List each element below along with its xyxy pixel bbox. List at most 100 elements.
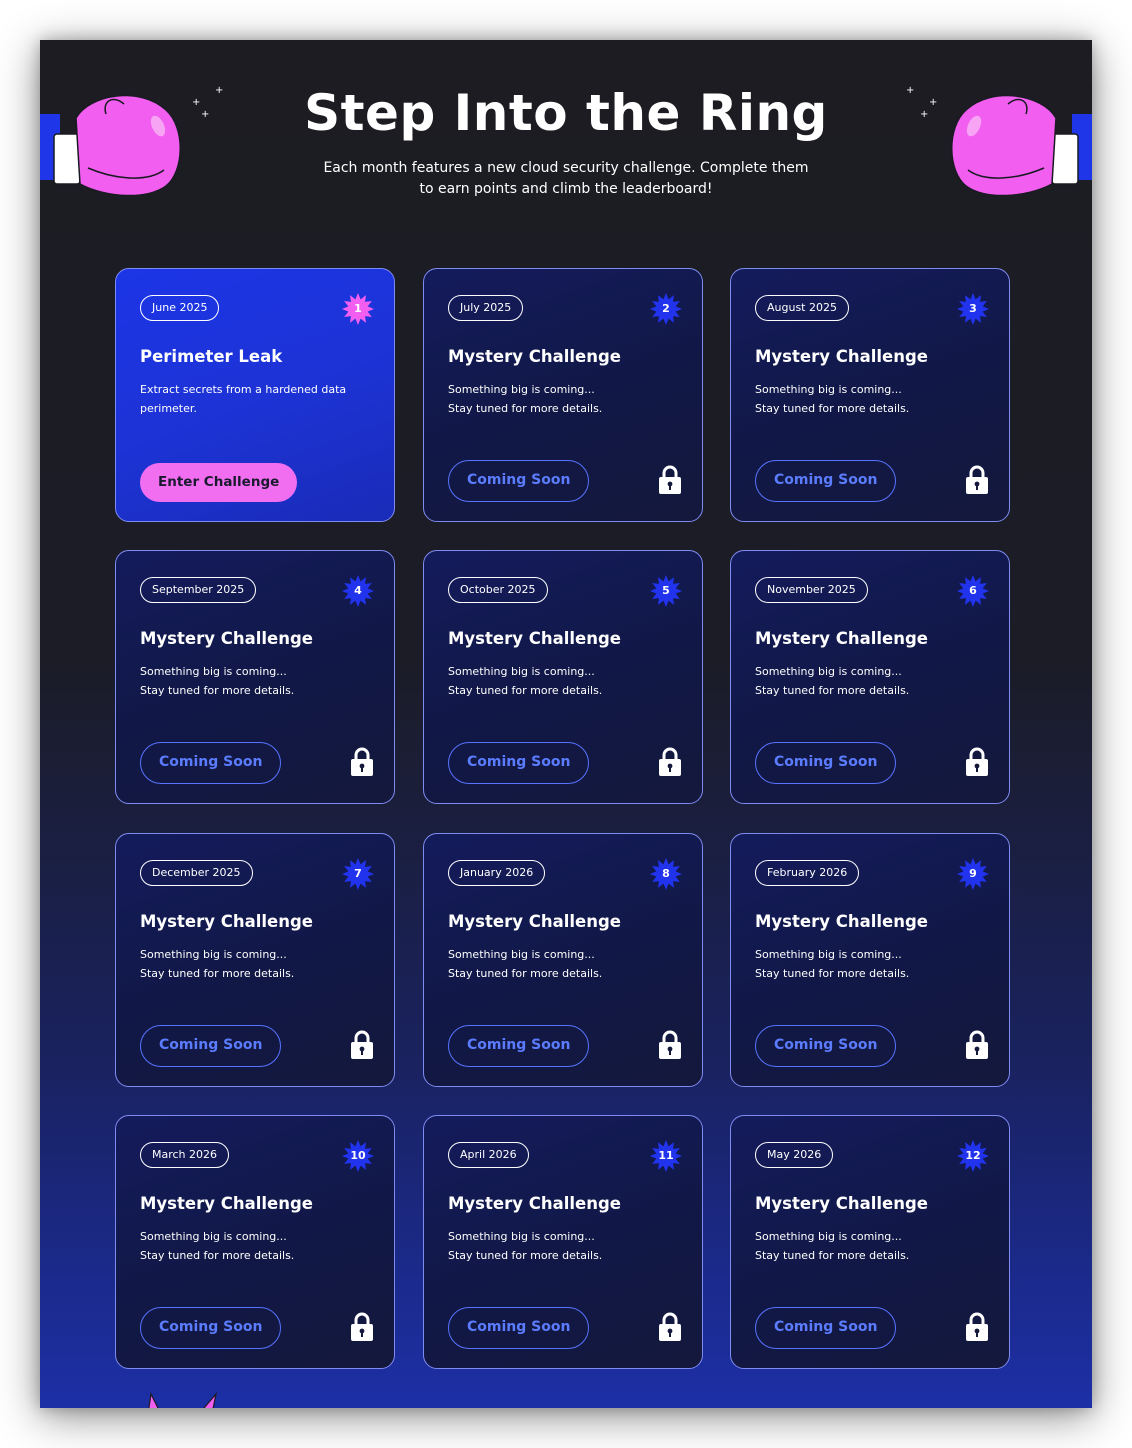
description-line: Stay tuned for more details. (755, 401, 910, 415)
challenge-description: Something big is coming... Stay tuned for… (448, 946, 668, 983)
star-badge-icon: 6 (956, 574, 990, 608)
coming-soon-button[interactable]: Coming Soon (140, 1025, 282, 1067)
lock-icon (658, 465, 682, 499)
lock-icon (350, 1030, 374, 1064)
description-line: perimeter. (140, 401, 197, 415)
challenge-description: Something big is coming... Stay tuned for… (755, 663, 975, 700)
lock-icon (965, 1030, 989, 1064)
challenge-number: 9 (969, 867, 977, 880)
challenge-number: 10 (350, 1149, 366, 1162)
challenge-card: September 2025 4 Mystery Challenge Somethin… (115, 550, 395, 804)
challenge-title: Perimeter Leak (140, 347, 283, 366)
month-pill: February 2026 (755, 860, 860, 886)
description-line: Stay tuned for more details. (448, 966, 603, 980)
description-line: Stay tuned for more details. (448, 1248, 603, 1262)
challenge-description: Something big is coming... Stay tuned for… (448, 381, 668, 418)
description-line: Something big is coming... (755, 1230, 902, 1243)
coming-soon-button[interactable]: Coming Soon (755, 742, 897, 784)
challenge-number: 5 (662, 584, 670, 597)
lock-icon (965, 1312, 989, 1346)
description-line: Something big is coming... (140, 665, 287, 678)
month-pill: November 2025 (755, 577, 868, 603)
coming-soon-button[interactable]: Coming Soon (140, 1307, 282, 1349)
description-line: Stay tuned for more details. (755, 966, 910, 980)
coming-soon-button[interactable]: Coming Soon (755, 460, 897, 502)
challenge-title: Mystery Challenge (140, 629, 313, 648)
challenge-description: Something big is coming... Stay tuned for… (755, 381, 975, 418)
lock-icon (965, 747, 989, 781)
star-badge-icon: 5 (649, 574, 683, 608)
description-line: Something big is coming... (448, 1230, 595, 1243)
coming-soon-button[interactable]: Coming Soon (140, 742, 282, 784)
star-badge-icon: 10 (341, 1139, 375, 1173)
description-line: Stay tuned for more details. (140, 966, 295, 980)
challenge-number: 11 (658, 1149, 674, 1162)
challenge-card: May 2026 12 Mystery Challenge Something big… (730, 1115, 1010, 1369)
lock-icon (350, 1312, 374, 1346)
description-line: Something big is coming... (140, 948, 287, 961)
star-badge-icon: 12 (956, 1139, 990, 1173)
decorative-horns-icon (142, 1390, 222, 1408)
lock-icon (350, 747, 374, 781)
challenge-title: Mystery Challenge (140, 1194, 313, 1213)
month-pill: July 2025 (448, 295, 524, 321)
challenge-title: Mystery Challenge (755, 1194, 928, 1213)
description-line: Something big is coming... (140, 1230, 287, 1243)
coming-soon-button[interactable]: Coming Soon (448, 742, 590, 784)
challenge-title: Mystery Challenge (755, 912, 928, 931)
challenge-number: 7 (354, 867, 362, 880)
description-line: Stay tuned for more details. (448, 401, 603, 415)
lock-icon (965, 465, 989, 499)
challenge-number: 8 (662, 867, 670, 880)
coming-soon-button[interactable]: Coming Soon (755, 1025, 897, 1067)
challenge-title: Mystery Challenge (448, 912, 621, 931)
description-line: Stay tuned for more details. (140, 1248, 295, 1262)
page-title: Step Into the Ring (304, 84, 828, 142)
lock-icon (658, 1030, 682, 1064)
challenge-title: Mystery Challenge (755, 629, 928, 648)
month-pill: May 2026 (755, 1142, 834, 1168)
description-line: Stay tuned for more details. (755, 683, 910, 697)
description-line: Something big is coming... (755, 665, 902, 678)
challenge-title: Mystery Challenge (448, 629, 621, 648)
coming-soon-button[interactable]: Coming Soon (755, 1307, 897, 1349)
challenge-number: 6 (969, 584, 977, 597)
challenge-description: Extract secrets from a hardened data peri… (140, 381, 360, 418)
description-line: Stay tuned for more details. (448, 683, 603, 697)
lock-icon (658, 747, 682, 781)
challenge-description: Something big is coming... Stay tuned for… (755, 1228, 975, 1265)
challenge-description: Something big is coming... Stay tuned for… (140, 663, 360, 700)
challenge-number: 4 (354, 584, 362, 597)
challenge-card: February 2026 9 Mystery Challenge Something… (730, 833, 1010, 1087)
star-badge-icon: 2 (649, 292, 683, 326)
star-badge-icon: 9 (956, 857, 990, 891)
description-line: Something big is coming... (755, 383, 902, 396)
month-pill: August 2025 (755, 295, 849, 321)
star-badge-icon: 8 (649, 857, 683, 891)
star-badge-icon: 3 (956, 292, 990, 326)
description-line: Extract secrets from a hardened data (140, 383, 347, 396)
coming-soon-button[interactable]: Coming Soon (448, 1025, 590, 1067)
challenge-card: August 2025 3 Mystery Challenge Something b… (730, 268, 1010, 522)
challenge-title: Mystery Challenge (755, 347, 928, 366)
challenge-card: July 2025 2 Mystery Challenge Something big… (423, 268, 703, 522)
challenge-card: January 2026 8 Mystery Challenge Something … (423, 833, 703, 1087)
challenge-card: November 2025 6 Mystery Challenge Something… (730, 550, 1010, 804)
challenge-description: Something big is coming... Stay tuned for… (755, 946, 975, 983)
description-line: Something big is coming... (448, 383, 595, 396)
description-line: Something big is coming... (448, 948, 595, 961)
coming-soon-button[interactable]: Coming Soon (448, 1307, 590, 1349)
description-line: Stay tuned for more details. (140, 683, 295, 697)
star-badge-icon: 4 (341, 574, 375, 608)
coming-soon-button[interactable]: Coming Soon (448, 460, 590, 502)
month-pill: April 2026 (448, 1142, 529, 1168)
challenge-title: Mystery Challenge (448, 347, 621, 366)
challenge-card: October 2025 5 Mystery Challenge Something … (423, 550, 703, 804)
enter-challenge-button[interactable]: Enter Challenge (140, 463, 298, 502)
month-pill: December 2025 (140, 860, 253, 886)
star-badge-icon: 7 (341, 857, 375, 891)
challenge-card: April 2026 11 Mystery Challenge Something b… (423, 1115, 703, 1369)
description-line: Something big is coming... (448, 665, 595, 678)
description-line: Something big is coming... (755, 948, 902, 961)
challenge-number: 12 (965, 1149, 981, 1162)
